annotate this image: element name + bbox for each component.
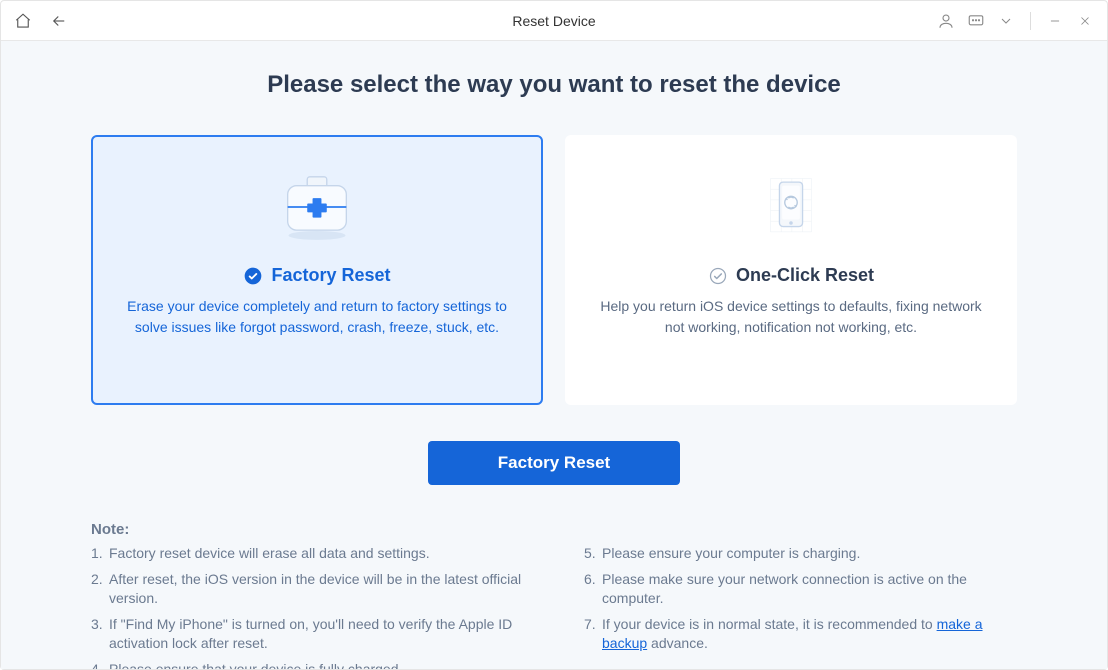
medical-kit-icon [277, 167, 357, 247]
note-text: Please ensure your computer is charging. [602, 544, 860, 564]
user-icon[interactable] [936, 11, 956, 31]
check-circle-icon [243, 266, 263, 286]
note-item: 1.Factory reset device will erase all da… [91, 544, 524, 564]
card-title: One-Click Reset [736, 265, 874, 286]
minimize-icon[interactable] [1045, 11, 1065, 31]
notes: Note: 1.Factory reset device will erase … [91, 521, 1017, 669]
card-desc: Erase your device completely and return … [123, 296, 511, 338]
page-title: Please select the way you want to reset … [91, 71, 1017, 99]
note-text: If "Find My iPhone" is turned on, you'll… [109, 615, 524, 654]
note-text: If your device is in normal state, it is… [602, 615, 1017, 654]
note-text: Please make sure your network connection… [602, 570, 1017, 609]
check-circle-outline-icon [708, 266, 728, 286]
card-factory-reset[interactable]: Factory Reset Erase your device complete… [91, 135, 543, 405]
note-item: 2.After reset, the iOS version in the de… [91, 570, 524, 609]
note-text: Please ensure that your device is fully … [109, 660, 402, 669]
note-text: Factory reset device will erase all data… [109, 544, 430, 564]
feedback-icon[interactable] [966, 11, 986, 31]
window-title: Reset Device [512, 13, 595, 29]
note-item: 5. Please ensure your computer is chargi… [584, 544, 1017, 564]
note-item: 3.If "Find My iPhone" is turned on, you'… [91, 615, 524, 654]
card-one-click-reset[interactable]: One-Click Reset Help you return iOS devi… [565, 135, 1017, 405]
chevron-down-icon[interactable] [996, 11, 1016, 31]
back-icon[interactable] [49, 11, 69, 31]
note-item: 6. Please make sure your network connect… [584, 570, 1017, 609]
titlebar: Reset Device [1, 1, 1107, 41]
factory-reset-button[interactable]: Factory Reset [428, 441, 680, 485]
close-icon[interactable] [1075, 11, 1095, 31]
reset-options: Factory Reset Erase your device complete… [91, 135, 1017, 405]
home-icon[interactable] [13, 11, 33, 31]
notes-title: Note: [91, 521, 1017, 538]
card-title: Factory Reset [271, 265, 390, 286]
note-item: 7. If your device is in normal state, it… [584, 615, 1017, 654]
divider [1030, 12, 1031, 30]
note-text: After reset, the iOS version in the devi… [109, 570, 524, 609]
phone-refresh-icon [751, 167, 831, 247]
note-item: 4. Please ensure that your device is ful… [91, 660, 524, 669]
card-desc: Help you return iOS device settings to d… [597, 296, 985, 338]
